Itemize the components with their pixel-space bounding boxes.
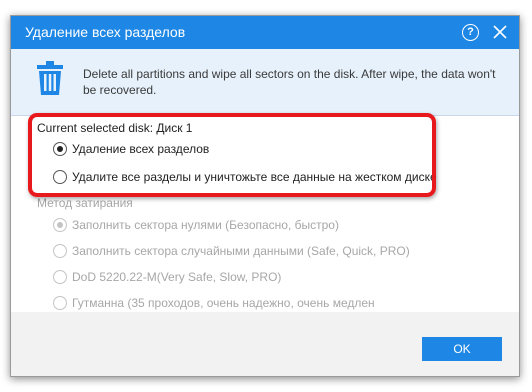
option-label: Удалите все разделы и уничтожьте все дан… (72, 170, 437, 184)
ok-button[interactable]: OK (422, 337, 502, 361)
radio-button[interactable] (53, 244, 67, 258)
current-disk-label: Current selected disk: Диск 1 (37, 121, 193, 135)
radio-button[interactable] (53, 218, 67, 232)
dialog-footer: OK (11, 312, 519, 376)
wipe-method-label-text: DoD 5220.22-M(Very Safe, Slow, PRO) (72, 270, 282, 284)
wipe-method-label-text: Заполнить сектора случайными данными (Sa… (72, 244, 410, 258)
options-panel: Current selected disk: Диск 1 Удаление в… (11, 116, 519, 312)
radio-button[interactable] (53, 296, 67, 310)
wipe-method-label: Метод затирания (37, 196, 133, 210)
radio-button[interactable] (53, 170, 67, 184)
help-button[interactable]: ? (462, 24, 479, 41)
close-icon (493, 25, 507, 39)
wipe-method-random[interactable]: Заполнить сектора случайными данными (Sa… (53, 243, 410, 259)
close-button[interactable] (491, 23, 509, 41)
option-delete-partitions[interactable]: Удаление всех разделов (53, 141, 209, 157)
wipe-method-label-text: Заполнить сектора нулями (Безопасно, быс… (72, 218, 339, 232)
wipe-method-zeros[interactable]: Заполнить сектора нулями (Безопасно, быс… (53, 217, 339, 233)
banner-description: Delete all partitions and wipe all secto… (83, 67, 496, 97)
info-banner: Delete all partitions and wipe all secto… (11, 49, 519, 116)
radio-button[interactable] (53, 270, 67, 284)
title-bar: Удаление всех разделов ? (11, 16, 519, 49)
trash-icon (37, 61, 63, 95)
wipe-method-dod[interactable]: DoD 5220.22-M(Very Safe, Slow, PRO) (53, 269, 281, 285)
wipe-method-gutmann[interactable]: Гутманна (35 проходов, очень надежно, оч… (53, 295, 375, 311)
help-icon: ? (467, 26, 474, 38)
wipe-dialog: Удаление всех разделов ? Delete all part… (10, 15, 520, 377)
wipe-method-label-text: Гутманна (35 проходов, очень надежно, оч… (72, 296, 375, 310)
radio-button[interactable] (53, 142, 67, 156)
option-label: Удаление всех разделов (72, 142, 210, 156)
page: Удаление всех разделов ? Delete all part… (0, 0, 532, 392)
dialog-title: Удаление всех разделов (25, 24, 186, 40)
option-delete-and-wipe[interactable]: Удалите все разделы и уничтожьте все дан… (53, 169, 437, 185)
